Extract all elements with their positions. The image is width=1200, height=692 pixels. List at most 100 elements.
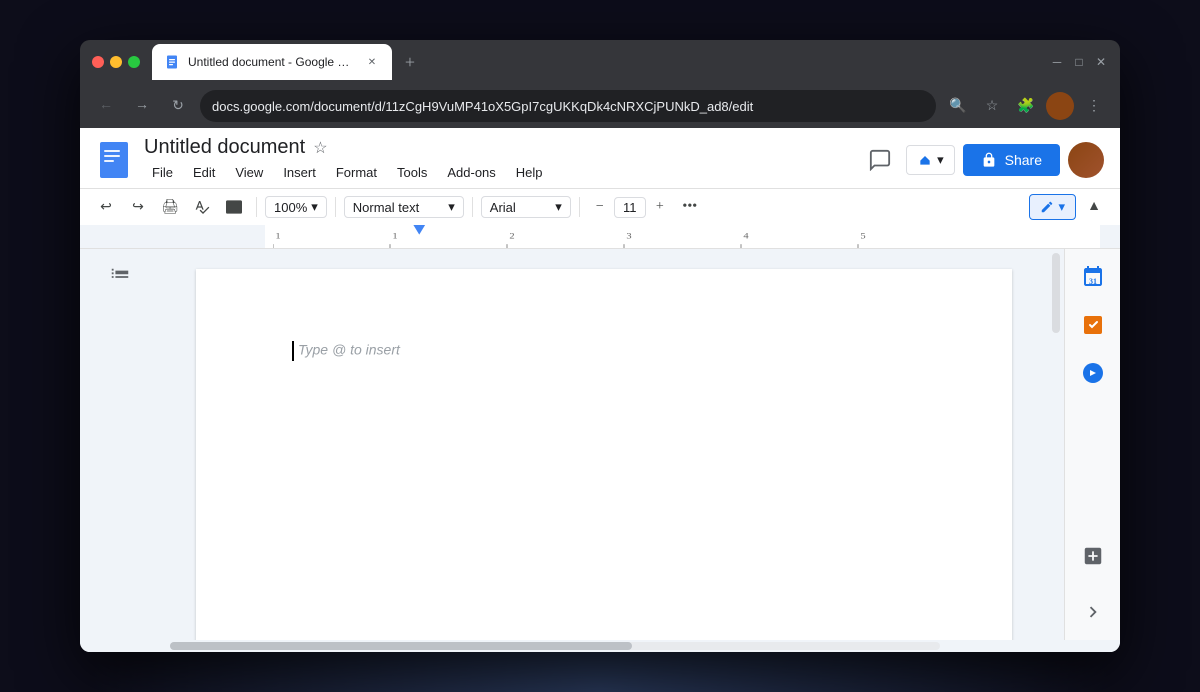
close-button[interactable] xyxy=(92,56,104,68)
zoom-control[interactable]: 100% ▾ xyxy=(265,196,327,218)
docs-logo xyxy=(96,140,132,180)
svg-text:4: 4 xyxy=(743,231,748,241)
toolbar-separator-2 xyxy=(335,197,336,217)
ruler-svg: 1 1 2 3 4 5 xyxy=(273,225,1092,248)
zoom-dropdown-icon: ▾ xyxy=(311,199,318,215)
tab-title: Untitled document - Google Doc... xyxy=(188,55,356,69)
font-size-control: − + xyxy=(588,195,672,219)
share-label: Share xyxy=(1005,152,1042,168)
docs-menu: File Edit View Insert Format Tools Add-o… xyxy=(144,161,850,184)
forward-button[interactable]: → xyxy=(128,92,156,120)
meet-button[interactable] xyxy=(1073,353,1113,393)
menu-file[interactable]: File xyxy=(144,161,181,184)
menu-addons[interactable]: Add-ons xyxy=(439,161,503,184)
search-icon[interactable]: 🔍 xyxy=(944,92,972,120)
zoom-value: 100% xyxy=(274,200,307,215)
docs-title: Untitled document ☆ xyxy=(144,136,850,159)
decrease-font-size-button[interactable]: − xyxy=(588,195,612,219)
style-dropdown[interactable]: Normal text ▾ xyxy=(344,196,464,218)
menu-insert[interactable]: Insert xyxy=(275,161,324,184)
active-tab[interactable]: Untitled document - Google Doc... ✕ xyxy=(152,44,392,80)
collapse-toolbar-button[interactable]: ▲ xyxy=(1080,193,1108,221)
placeholder-text: Type @ to insert xyxy=(298,342,400,358)
browser-window: Untitled document - Google Doc... ✕ + ─ … xyxy=(80,40,1120,652)
horizontal-scrollbar-thumb[interactable] xyxy=(170,642,632,650)
menu-view[interactable]: View xyxy=(227,161,271,184)
menu-tools[interactable]: Tools xyxy=(389,161,435,184)
address-bar: ← → ↻ 🔍 ☆ 🧩 ⋮ xyxy=(80,84,1120,128)
spell-check-button[interactable] xyxy=(188,193,216,221)
docs-page[interactable]: Type @ to insert xyxy=(196,269,1012,640)
toolbar-right: ▾ ▲ xyxy=(1029,193,1108,221)
calendar-button[interactable]: 31 xyxy=(1073,257,1113,297)
style-dropdown-icon: ▾ xyxy=(448,199,455,215)
reload-button[interactable]: ↻ xyxy=(164,92,192,120)
more-options-button[interactable]: ••• xyxy=(676,193,704,221)
tab-close-button[interactable]: ✕ xyxy=(364,54,380,70)
tab-favicon xyxy=(164,54,180,70)
docs-title-section: Untitled document ☆ File Edit View Inser… xyxy=(144,136,850,184)
outline-button[interactable] xyxy=(100,257,140,297)
back-button[interactable]: ← xyxy=(92,92,120,120)
profile-icon[interactable] xyxy=(1046,92,1074,120)
text-cursor xyxy=(292,341,294,361)
star-icon[interactable]: ☆ xyxy=(313,138,327,158)
vertical-scrollbar[interactable] xyxy=(1048,249,1064,640)
svg-text:5: 5 xyxy=(860,231,865,241)
toolbar-separator-1 xyxy=(256,197,257,217)
svg-text:1: 1 xyxy=(392,231,397,241)
scrollbar-thumb[interactable] xyxy=(1052,253,1060,333)
font-size-input[interactable] xyxy=(614,197,646,218)
close-window-button[interactable]: ✕ xyxy=(1094,55,1108,69)
document-title[interactable]: Untitled document xyxy=(144,136,305,159)
comment-button[interactable] xyxy=(862,142,898,178)
menu-edit[interactable]: Edit xyxy=(185,161,223,184)
tasks-button[interactable] xyxy=(1073,305,1113,345)
docs-header-top: Untitled document ☆ File Edit View Inser… xyxy=(96,136,1104,188)
title-bar: Untitled document - Google Doc... ✕ + ─ … xyxy=(80,40,1120,84)
increase-font-size-button[interactable]: + xyxy=(648,195,672,219)
new-tab-button[interactable]: + xyxy=(396,48,424,76)
share-button[interactable]: Share xyxy=(963,144,1060,176)
user-avatar[interactable] xyxy=(1068,142,1104,178)
window-action-buttons: ─ □ ✕ xyxy=(1050,55,1108,69)
expand-sidebar-button[interactable] xyxy=(1073,592,1113,632)
docs-main: Type @ to insert xyxy=(80,249,1120,640)
toolbar-separator-3 xyxy=(472,197,473,217)
restore-window-button[interactable]: □ xyxy=(1072,55,1086,69)
menu-help[interactable]: Help xyxy=(508,161,551,184)
maximize-button[interactable] xyxy=(128,56,140,68)
font-dropdown[interactable]: Arial ▾ xyxy=(481,196,571,218)
print-button[interactable]: 🖨 xyxy=(156,193,184,221)
minimize-window-button[interactable]: ─ xyxy=(1050,55,1064,69)
svg-text:1: 1 xyxy=(275,231,280,241)
ruler: 1 1 2 3 4 5 xyxy=(80,225,1120,249)
bookmark-icon[interactable]: ☆ xyxy=(978,92,1006,120)
collab-button[interactable]: ▾ xyxy=(906,145,955,175)
user-avatar[interactable] xyxy=(1046,92,1074,120)
undo-button[interactable]: ↩ xyxy=(92,193,120,221)
svg-text:2: 2 xyxy=(509,231,514,241)
minimize-button[interactable] xyxy=(110,56,122,68)
docs-sidebar-left xyxy=(80,249,160,640)
svg-text:31: 31 xyxy=(1089,277,1097,286)
font-dropdown-icon: ▾ xyxy=(555,199,562,215)
menu-icon[interactable]: ⋮ xyxy=(1080,92,1108,120)
svg-text:3: 3 xyxy=(626,231,631,241)
window-controls xyxy=(92,56,140,68)
toolbar-separator-4 xyxy=(579,197,580,217)
add-apps-button[interactable] xyxy=(1073,536,1113,576)
address-input[interactable] xyxy=(200,90,936,122)
paint-format-button[interactable] xyxy=(220,193,248,221)
menu-format[interactable]: Format xyxy=(328,161,385,184)
docs-header-actions: ▾ Share xyxy=(862,142,1104,178)
ruler-inner: 1 1 2 3 4 5 xyxy=(265,225,1100,248)
horizontal-scrollbar[interactable] xyxy=(170,642,940,650)
docs-sidebar-right: 31 xyxy=(1064,249,1120,640)
docs-toolbar: ↩ ↪ 🖨 100% ▾ Normal text ▾ xyxy=(80,188,1120,225)
editing-mode-button[interactable]: ▾ xyxy=(1029,194,1076,220)
redo-button[interactable]: ↪ xyxy=(124,193,152,221)
extension-icon[interactable]: 🧩 xyxy=(1012,92,1040,120)
font-value: Arial xyxy=(490,200,516,215)
docs-content-area[interactable]: Type @ to insert xyxy=(160,249,1048,640)
